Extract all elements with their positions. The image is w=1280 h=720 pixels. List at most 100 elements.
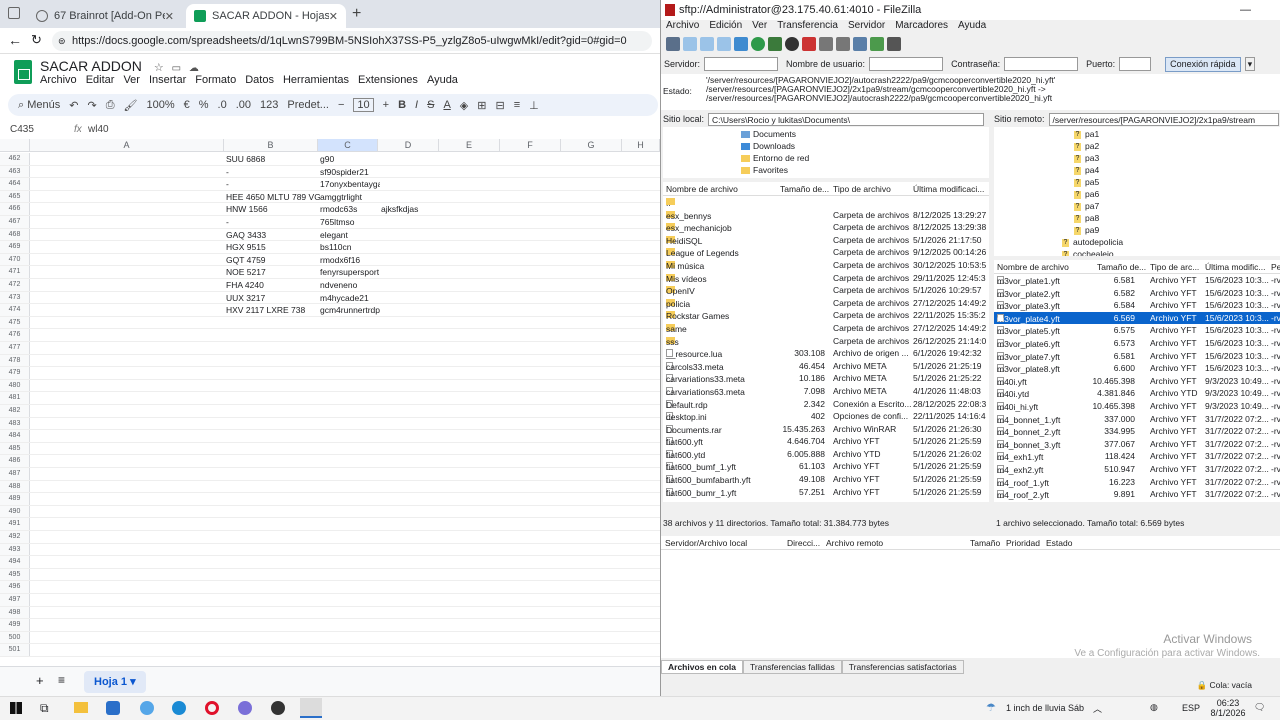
opera-icon[interactable]	[205, 701, 219, 715]
row-number[interactable]: 474	[0, 304, 30, 316]
remote-file-row[interactable]: m3vor_plate6.yft 6.573 Archivo YFT 15/6/202…	[994, 337, 1280, 350]
name-box[interactable]: C435	[10, 124, 34, 135]
local-file-row[interactable]: Default.rdp 2.342 Conexión a Escrito... 28/…	[663, 398, 989, 411]
cell-b[interactable]: -	[226, 216, 320, 228]
search-menus-button[interactable]: ⌕ Menús	[18, 99, 60, 112]
col-header-modified[interactable]: Última modific...	[1205, 262, 1265, 272]
increase-decimals-button[interactable]: .00	[236, 99, 251, 111]
row-number[interactable]: 479	[0, 367, 30, 379]
quickconnect-button[interactable]: Conexión rápida	[1165, 56, 1241, 72]
spreadsheet-grid[interactable]: A B C D E F G H 462 SUU 6868 g90 463- sf90sp…	[0, 139, 660, 664]
sheet-row[interactable]: 478	[0, 354, 660, 368]
sheet-row[interactable]: 471 NOE 5217 fenyrsupersport	[0, 266, 660, 279]
sheet-row[interactable]: 477	[0, 342, 660, 355]
remote-file-row[interactable]: m3vor_plate8.yft 6.600 Archivo YFT 15/6/202…	[994, 362, 1280, 375]
disconnect-icon[interactable]	[802, 37, 816, 51]
col-header-perms[interactable]: Pe	[1271, 262, 1280, 272]
decrease-decimals-button[interactable]: .0	[218, 99, 227, 111]
sheet-row[interactable]: 487	[0, 468, 660, 481]
sheet-row[interactable]: 497	[0, 594, 660, 607]
message-log[interactable]: Estado: '/server/resources/[PAGARONVIEJO…	[661, 74, 1280, 110]
sheet-row[interactable]: 494	[0, 556, 660, 569]
url-input[interactable]: ⊜ https://docs.google.com/spreadsheets/d…	[52, 31, 652, 51]
row-number[interactable]: 491	[0, 518, 30, 530]
local-file-row[interactable]: sss Carpeta de archivos 26/12/2025 21:14:0	[663, 335, 989, 348]
col-header-type[interactable]: Tipo de arc...	[1150, 262, 1199, 272]
filter-icon[interactable]	[836, 37, 850, 51]
tab-search-icon[interactable]	[8, 7, 20, 19]
row-number[interactable]: 483	[0, 417, 30, 430]
sheet-row[interactable]: 479	[0, 367, 660, 380]
row-number[interactable]: 463	[0, 165, 30, 178]
row-number[interactable]: 488	[0, 480, 30, 493]
menu-herramientas[interactable]: Herramientas	[283, 74, 349, 86]
fill-color-icon[interactable]: ◈	[460, 99, 468, 112]
row-number[interactable]: 467	[0, 216, 30, 228]
col-header-name[interactable]: Nombre de archivo	[666, 184, 738, 194]
sheet-tab-hoja1[interactable]: Hoja 1 ▾	[84, 671, 146, 693]
cell-c[interactable]: g90	[320, 153, 380, 165]
column-header-c[interactable]: C	[318, 139, 378, 152]
reconnect-icon[interactable]	[819, 37, 833, 51]
menu-insertar[interactable]: Insertar	[149, 74, 186, 86]
chrome-icon[interactable]	[271, 701, 285, 715]
windows-start-icon[interactable]	[10, 702, 22, 714]
fz-menu-edicion[interactable]: Edición	[709, 20, 742, 34]
row-number[interactable]: 476	[0, 329, 30, 341]
number-format-button[interactable]: 123	[260, 99, 278, 111]
italic-button[interactable]: I	[415, 99, 418, 111]
username-input[interactable]	[869, 57, 944, 71]
remote-file-row[interactable]: m4_bonnet_1.yft 337.000 Archivo YFT 31/7/20…	[994, 413, 1280, 426]
column-header-f[interactable]: F	[500, 139, 561, 152]
sheet-row[interactable]: 483	[0, 417, 660, 431]
percent-button[interactable]: %	[199, 99, 209, 111]
row-number[interactable]: 482	[0, 405, 30, 417]
remote-file-row[interactable]: m40i_hi.yft 10.465.398 Archivo YFT 9/3/2023…	[994, 400, 1280, 413]
sheet-row[interactable]: 480	[0, 379, 660, 393]
local-file-row[interactable]: OpenIV Carpeta de archivos 5/1/2026 10:29:…	[663, 284, 989, 297]
cell-b[interactable]: HNW 1566	[226, 203, 320, 215]
remote-file-row[interactable]: m3vor_plate3.yft 6.584 Archivo YFT 15/6/202…	[994, 299, 1280, 312]
row-number[interactable]: 497	[0, 594, 30, 606]
sheet-row[interactable]: 485	[0, 442, 660, 456]
remote-tree-item[interactable]: ? pa5	[1074, 176, 1280, 188]
menu-editar[interactable]: Editar	[86, 74, 115, 86]
refresh-icon[interactable]	[751, 37, 765, 51]
remote-tree[interactable]: ? pa1? pa2? pa3? pa4? pa5? pa6? pa7? pa8? pa9? aut…	[994, 127, 1280, 256]
queue-col-local[interactable]: Servidor/Archivo local	[665, 538, 747, 548]
remote-tree-item[interactable]: ? pa7	[1074, 200, 1280, 212]
fz-menu-transferencia[interactable]: Transferencia	[777, 20, 838, 34]
remote-tree-item[interactable]: ? pa8	[1074, 212, 1280, 224]
remote-tree-item[interactable]: ? autodepolicia	[1062, 236, 1280, 248]
network-icon[interactable]: ◍	[1150, 702, 1158, 713]
port-input[interactable]	[1119, 57, 1152, 71]
menu-datos[interactable]: Datos	[245, 74, 274, 86]
move-folder-icon[interactable]: ▭	[172, 63, 181, 74]
sheet-row[interactable]: 466 HNW 1566 rmodc63s ajksfkdjas	[0, 203, 660, 216]
weather-icon[interactable]: ☂	[986, 701, 996, 714]
notifications-icon[interactable]: 🗨	[1254, 702, 1265, 713]
cell-b[interactable]: GQT 4759	[226, 254, 320, 266]
local-file-row[interactable]: esx_mechanicjob Carpeta de archivos 8/12/2…	[663, 221, 989, 234]
server-input[interactable]	[704, 57, 779, 71]
font-size-plus[interactable]: +	[383, 99, 389, 111]
weather-text[interactable]: 1 inch de lluvia Sáb	[1006, 703, 1084, 713]
local-file-row[interactable]: fiat600_bumr_1.yft 57.251 Archivo YFT 5/1/2…	[663, 486, 989, 499]
tray-chevron-icon[interactable]: ︿	[1093, 702, 1102, 715]
cell-d[interactable]: ajksfkdjas	[381, 203, 418, 215]
tree-item[interactable]: Favorites	[741, 164, 989, 176]
local-file-row[interactable]: fiat600_bumfabarth.yft 49.108 Archivo YFT 5…	[663, 473, 989, 486]
local-file-row[interactable]: fiat600_bumf_1.yft 61.103 Archivo YFT 5/1/2…	[663, 460, 989, 473]
local-file-row[interactable]: same Carpeta de archivos 27/12/2025 14:49:…	[663, 322, 989, 335]
sheet-row[interactable]: 486	[0, 455, 660, 468]
sheet-row[interactable]: 496	[0, 581, 660, 594]
row-number[interactable]: 495	[0, 568, 30, 581]
remote-file-row[interactable]: m3vor_plate1.yft 6.581 Archivo YFT 15/6/202…	[994, 274, 1280, 287]
remote-file-row[interactable]: m4_exh2.yft 510.947 Archivo YFT 31/7/2022 0…	[994, 463, 1280, 476]
cell-c[interactable]: 765ltmso	[320, 216, 380, 228]
sheet-row[interactable]: 493	[0, 543, 660, 557]
sheet-row[interactable]: 470 GQT 4759 rmodx6f16	[0, 253, 660, 267]
row-number[interactable]: 475	[0, 316, 30, 329]
remote-file-row[interactable]: m3vor_plate4.yft 6.569 Archivo YFT 15/6/202…	[994, 311, 1280, 325]
remote-file-row[interactable]: m4_bonnet_2.yft 334.995 Archivo YFT 31/7/20…	[994, 425, 1280, 438]
